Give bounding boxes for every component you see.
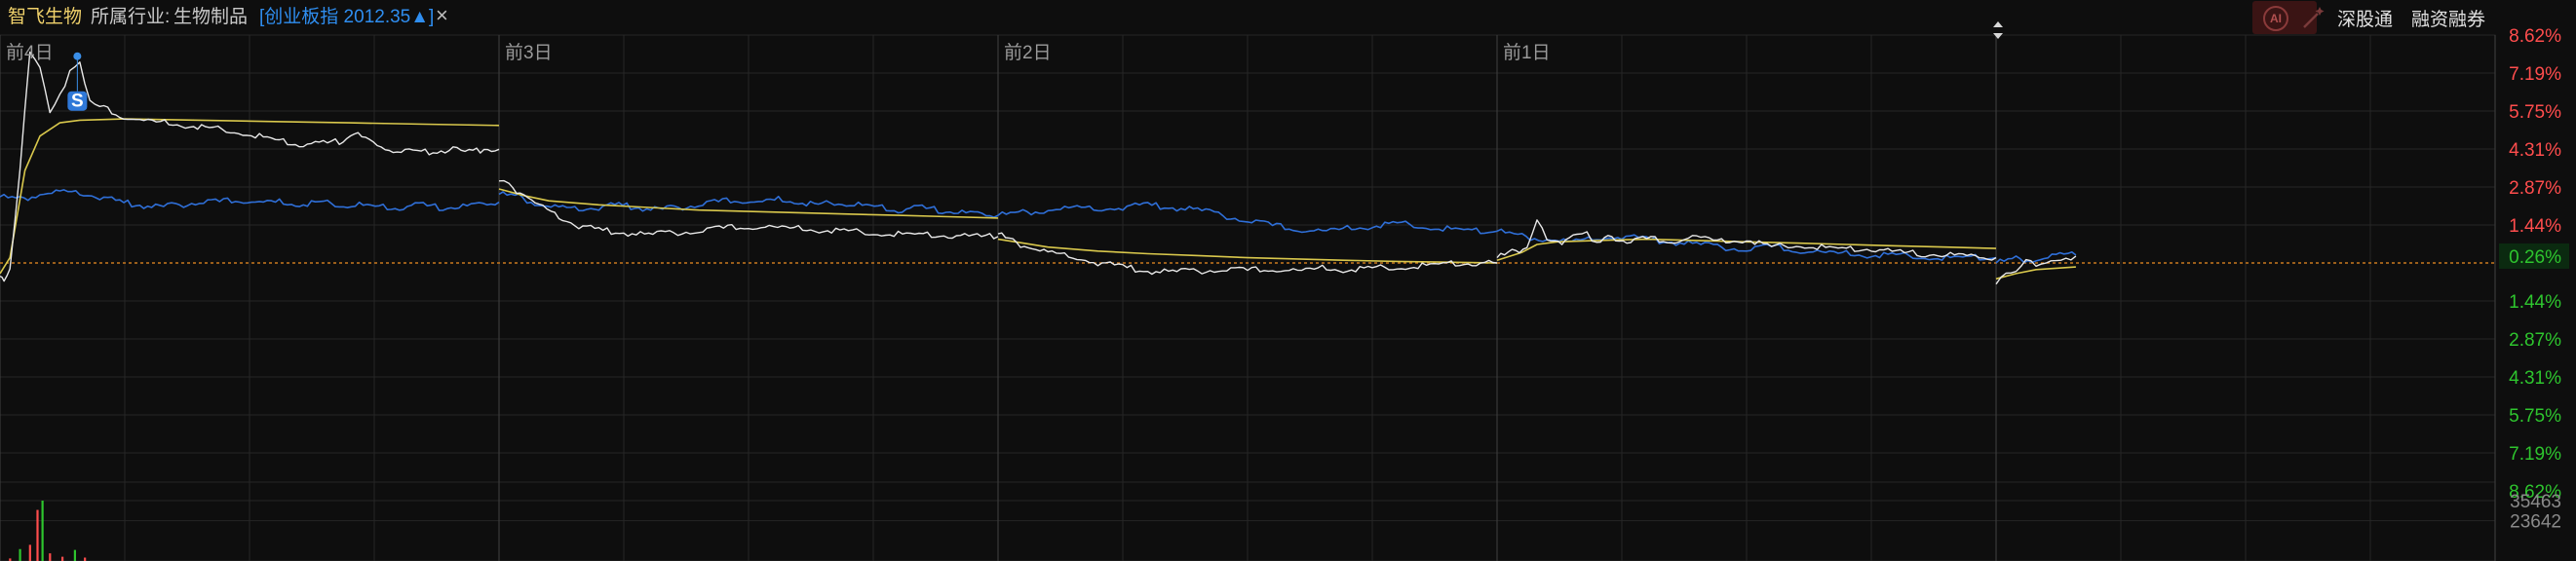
day-label: 前1日 <box>1503 42 1551 63</box>
day-label: 前3日 <box>505 42 553 63</box>
industry-value[interactable]: 生物制品 <box>173 5 248 30</box>
y-tick-label-down: 5.75% <box>2509 406 2561 427</box>
volume-bar <box>19 548 21 561</box>
day-label: 前2日 <box>1004 42 1052 63</box>
magic-wand-icon[interactable] <box>2300 4 2327 31</box>
shenzhen-connect-button[interactable]: 深股通 <box>2337 5 2393 31</box>
stock-name[interactable]: 智飞生物 <box>8 5 82 30</box>
chart-background <box>0 0 2576 561</box>
chart-header: 智飞生物 所属行业: 生物制品 [创业板指 2012.35▲] × AI 深股通… <box>0 0 2576 37</box>
margin-trading-button[interactable]: 融资融券 <box>2411 5 2485 31</box>
volume-tick-label: 35463 <box>2510 492 2561 512</box>
volume-bar <box>36 509 39 561</box>
y-tick-label-down: 2.87% <box>2509 330 2561 351</box>
y-tick-label-up: 1.44% <box>2509 216 2561 237</box>
y-tick-label-up: 2.87% <box>2509 178 2561 199</box>
volume-bar <box>73 549 76 561</box>
y-tick-label-up: 7.19% <box>2509 64 2561 85</box>
intraday-chart: 前4日 前3日 前2日 前1日 0.26% 8.62%7.19%5.75%4.31%2… <box>0 0 2576 561</box>
marker-label: S <box>71 92 84 112</box>
industry-label: 所属行业: <box>91 7 171 27</box>
close-icon[interactable]: × <box>436 3 448 28</box>
day-label: 前4日 <box>6 42 54 63</box>
chart-grid <box>0 34 2496 561</box>
volume-bar <box>84 557 87 561</box>
volume-bar <box>41 501 44 561</box>
y-tick-label-down: 4.31% <box>2509 368 2561 389</box>
current-change-label: 0.26% <box>2509 247 2561 268</box>
y-tick-label-up: 4.31% <box>2509 140 2561 161</box>
volume-bar <box>61 556 64 561</box>
volume-bar <box>49 553 52 561</box>
volume-tick-label: 23642 <box>2510 512 2561 533</box>
y-tick-label-down: 7.19% <box>2509 444 2561 465</box>
index-chip[interactable]: [创业板指 2012.35▲] <box>259 5 434 30</box>
volume-bar <box>28 544 31 561</box>
y-tick-label-up: 5.75% <box>2509 102 2561 123</box>
ai-icon: AI <box>2263 6 2288 31</box>
y-tick-label-down: 1.44% <box>2509 292 2561 313</box>
